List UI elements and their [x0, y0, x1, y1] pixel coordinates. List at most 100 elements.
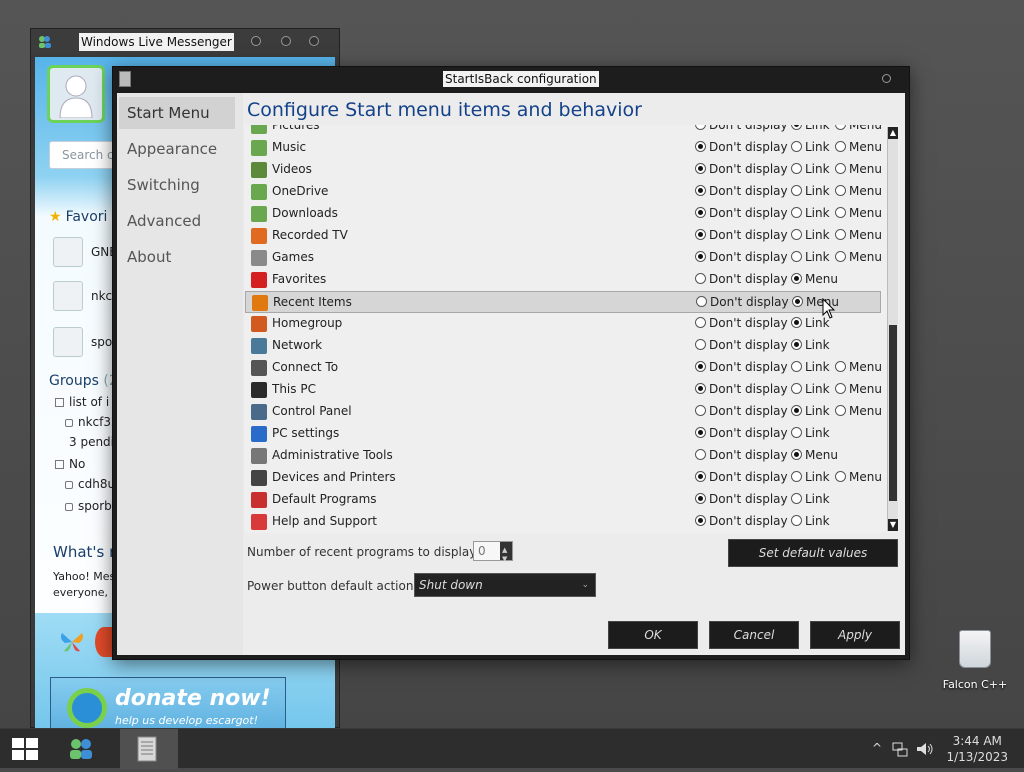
radio-button-icon[interactable]	[695, 449, 706, 460]
stepper-arrows-icon[interactable]	[500, 541, 512, 568]
option-link-radio[interactable]: Link	[791, 162, 830, 176]
radio-button-icon[interactable]	[791, 383, 802, 394]
nav-start-menu[interactable]: Start Menu	[119, 97, 235, 129]
messenger-maximize-button[interactable]	[281, 36, 291, 46]
radio-button-icon[interactable]	[695, 405, 706, 416]
volume-tray-icon[interactable]	[916, 741, 934, 757]
option-link-radio[interactable]: Link	[791, 470, 830, 484]
option-none-radio[interactable]: Don't display	[696, 295, 789, 309]
radio-button-icon[interactable]	[791, 125, 802, 130]
radio-button-icon[interactable]	[695, 229, 706, 240]
dialog-close-button[interactable]	[882, 74, 891, 83]
messenger-titlebar[interactable]: Windows Live Messenger	[31, 29, 339, 55]
radio-button-icon[interactable]	[791, 317, 802, 328]
radio-button-icon[interactable]	[695, 361, 706, 372]
item-row[interactable]: Videos Don't display Link Menu	[245, 159, 882, 181]
nav-switching[interactable]: Switching	[119, 169, 235, 201]
option-menu-radio[interactable]: Menu	[835, 206, 882, 220]
radio-button-icon[interactable]	[695, 273, 706, 284]
radio-button-icon[interactable]	[791, 361, 802, 372]
option-link-radio[interactable]: Link	[791, 184, 830, 198]
option-menu-radio[interactable]: Menu	[835, 162, 882, 176]
radio-button-icon[interactable]	[695, 141, 706, 152]
radio-button-icon[interactable]	[695, 207, 706, 218]
option-menu-radio[interactable]: Menu	[791, 272, 838, 286]
option-none-radio[interactable]: Don't display	[695, 382, 788, 396]
option-menu-radio[interactable]: Menu	[835, 125, 882, 132]
radio-button-icon[interactable]	[835, 229, 846, 240]
radio-button-icon[interactable]	[695, 471, 706, 482]
option-menu-radio[interactable]: Menu	[791, 448, 838, 462]
group-item[interactable]: No	[55, 457, 85, 471]
radio-button-icon[interactable]	[791, 207, 802, 218]
radio-button-icon[interactable]	[835, 383, 846, 394]
radio-button-icon[interactable]	[835, 141, 846, 152]
item-row[interactable]: Games Don't display Link Menu	[245, 247, 882, 269]
favorites-heading[interactable]: ★ Favori	[49, 209, 107, 225]
option-none-radio[interactable]: Don't display	[695, 426, 788, 440]
radio-button-icon[interactable]	[835, 471, 846, 482]
ok-button[interactable]: OK	[608, 621, 698, 649]
nav-about[interactable]: About	[119, 241, 235, 273]
option-none-radio[interactable]: Don't display	[695, 470, 788, 484]
option-menu-radio[interactable]: Menu	[835, 382, 882, 396]
radio-button-icon[interactable]	[695, 317, 706, 328]
radio-button-icon[interactable]	[695, 125, 706, 130]
option-none-radio[interactable]: Don't display	[695, 360, 788, 374]
radio-button-icon[interactable]	[695, 427, 706, 438]
radio-button-icon[interactable]	[835, 163, 846, 174]
option-menu-radio[interactable]: Menu	[835, 250, 882, 264]
apply-button[interactable]: Apply	[810, 621, 900, 649]
radio-button-icon[interactable]	[792, 296, 803, 307]
radio-button-icon[interactable]	[791, 405, 802, 416]
radio-button-icon[interactable]	[791, 471, 802, 482]
groups-heading[interactable]: Groups (2	[49, 373, 118, 389]
scroll-up-icon[interactable]: ▲	[888, 127, 898, 139]
option-link-radio[interactable]: Link	[791, 125, 830, 132]
option-link-radio[interactable]: Link	[791, 514, 830, 528]
radio-button-icon[interactable]	[791, 185, 802, 196]
radio-button-icon[interactable]	[835, 251, 846, 262]
item-row[interactable]: PC settings Don't display Link	[245, 423, 881, 445]
option-none-radio[interactable]: Don't display	[695, 514, 788, 528]
option-none-radio[interactable]: Don't display	[695, 492, 788, 506]
radio-button-icon[interactable]	[791, 229, 802, 240]
option-none-radio[interactable]: Don't display	[695, 448, 788, 462]
option-none-radio[interactable]: Don't display	[695, 316, 788, 330]
radio-button-icon[interactable]	[791, 163, 802, 174]
taskbar-startisback-button[interactable]	[120, 729, 178, 769]
network-tray-icon[interactable]	[892, 741, 908, 757]
item-row[interactable]: Devices and Printers Don't display Link Men…	[245, 467, 882, 489]
option-none-radio[interactable]: Don't display	[695, 404, 788, 418]
item-row[interactable]: This PC Don't display Link Menu	[245, 379, 882, 401]
option-none-radio[interactable]: Don't display	[695, 206, 788, 220]
scroll-down-icon[interactable]: ▼	[888, 519, 898, 531]
messenger-close-button[interactable]	[309, 36, 319, 46]
set-default-values-button[interactable]: Set default values	[728, 539, 898, 567]
option-menu-radio[interactable]: Menu	[835, 140, 882, 154]
item-row[interactable]: Connect To Don't display Link Menu	[245, 357, 882, 379]
radio-button-icon[interactable]	[695, 339, 706, 350]
desktop-icon-recycle-bin[interactable]: Falcon C++	[940, 630, 1010, 700]
option-link-radio[interactable]: Link	[791, 382, 830, 396]
option-none-radio[interactable]: Don't display	[695, 228, 788, 242]
radio-button-icon[interactable]	[695, 163, 706, 174]
recent-programs-stepper[interactable]: 0	[473, 541, 513, 568]
option-menu-radio[interactable]: Menu	[835, 184, 882, 198]
taskbar-messenger-button[interactable]	[54, 729, 112, 769]
option-link-radio[interactable]: Link	[791, 206, 830, 220]
item-row[interactable]: Help and Support Don't display Link	[245, 511, 881, 533]
radio-button-icon[interactable]	[695, 383, 706, 394]
nav-advanced[interactable]: Advanced	[119, 205, 235, 237]
nav-appearance[interactable]: Appearance	[119, 133, 235, 165]
item-row[interactable]: Recorded TV Don't display Link Menu	[245, 225, 882, 247]
option-none-radio[interactable]: Don't display	[695, 125, 788, 132]
item-row[interactable]: Default Programs Don't display Link	[245, 489, 881, 511]
radio-button-icon[interactable]	[791, 493, 802, 504]
messenger-avatar[interactable]	[47, 65, 105, 123]
item-row[interactable]: Pictures Don't display Link Menu	[245, 125, 882, 137]
radio-button-icon[interactable]	[696, 296, 707, 307]
radio-button-icon[interactable]	[835, 361, 846, 372]
dialog-titlebar[interactable]: StartIsBack configuration	[113, 67, 909, 91]
radio-button-icon[interactable]	[791, 251, 802, 262]
